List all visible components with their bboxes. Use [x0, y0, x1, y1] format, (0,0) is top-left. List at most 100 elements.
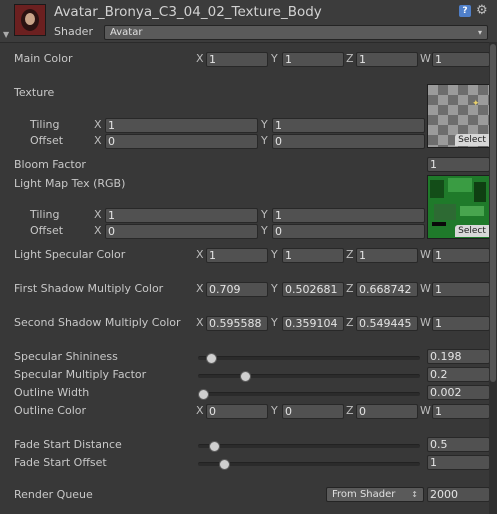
gear-icon[interactable]: ⚙	[476, 3, 488, 18]
light-map-texture-slot[interactable]: Select	[427, 175, 491, 239]
scrollbar-thumb[interactable]	[490, 44, 496, 382]
main-color-w-label: W	[420, 52, 431, 65]
main-color-w-field[interactable]: 1	[432, 52, 490, 67]
texture-tiling-x-label: X	[94, 118, 102, 131]
render-queue-mode-dropdown[interactable]: From Shader ↕	[326, 487, 424, 502]
texture-tiling-label: Tiling	[30, 118, 60, 131]
outline-color-y-label: Y	[271, 404, 278, 417]
main-color-z-field[interactable]: 1	[356, 52, 418, 67]
light-specular-color-label: Light Specular Color	[14, 248, 126, 261]
specular-shininess-slider-thumb[interactable]	[206, 353, 217, 364]
first-shadow-w-field[interactable]: 1	[432, 282, 490, 297]
render-queue-field[interactable]: 2000	[427, 487, 490, 502]
light-map-tiling-x-field[interactable]: 1	[105, 208, 258, 223]
fade-start-offset-field[interactable]: 1	[427, 455, 490, 470]
fade-start-offset-slider[interactable]	[198, 459, 420, 470]
first-shadow-y-field[interactable]: 0.502681	[282, 282, 344, 297]
first-shadow-z-field[interactable]: 0.668742	[356, 282, 418, 297]
specular-multiply-factor-field[interactable]: 0.2	[427, 367, 490, 382]
light-specular-x-label: X	[196, 248, 204, 261]
main-color-x-field[interactable]: 1	[206, 52, 268, 67]
light-map-tiling-label: Tiling	[30, 208, 60, 221]
specular-multiply-factor-slider-thumb[interactable]	[240, 371, 251, 382]
second-shadow-y-label: Y	[271, 316, 278, 329]
main-color-label: Main Color	[14, 52, 73, 65]
outline-color-w-label: W	[420, 404, 431, 417]
outline-color-label: Outline Color	[14, 404, 87, 417]
second-shadow-w-label: W	[420, 316, 431, 329]
first-shadow-x-field[interactable]: 0.709	[206, 282, 268, 297]
first-shadow-y-label: Y	[271, 282, 278, 295]
texture-offset-y-field[interactable]: 0	[272, 134, 425, 149]
fade-start-offset-slider-thumb[interactable]	[219, 459, 230, 470]
texture-label: Texture	[14, 86, 55, 99]
first-shadow-x-label: X	[196, 282, 204, 295]
second-shadow-x-field[interactable]: 0.595588	[206, 316, 268, 331]
light-specular-w-field[interactable]: 1	[432, 248, 490, 263]
outline-color-x-field[interactable]: 0	[206, 404, 268, 419]
specular-shininess-label: Specular Shininess	[14, 350, 118, 363]
second-shadow-color-label: Second Shadow Multiply Color	[14, 316, 181, 329]
vertical-scrollbar[interactable]	[489, 42, 497, 514]
fade-start-distance-field[interactable]: 0.5	[427, 437, 490, 452]
main-color-y-label: Y	[271, 52, 278, 65]
shader-dropdown[interactable]: Avatar ▾	[104, 25, 488, 40]
first-shadow-color-label: First Shadow Multiply Color	[14, 282, 164, 295]
fold-arrow-icon[interactable]: ▼	[3, 30, 9, 39]
main-color-y-field[interactable]: 1	[282, 52, 344, 67]
second-shadow-w-field[interactable]: 1	[432, 316, 490, 331]
render-queue-label: Render Queue	[14, 488, 93, 501]
light-map-offset-x-field[interactable]: 0	[105, 224, 258, 239]
outline-width-label: Outline Width	[14, 386, 90, 399]
light-specular-y-label: Y	[271, 248, 278, 261]
specular-shininess-slider[interactable]	[198, 353, 420, 364]
specular-multiply-factor-slider[interactable]	[198, 371, 420, 382]
fade-start-distance-slider-thumb[interactable]	[209, 441, 220, 452]
light-specular-y-field[interactable]: 1	[282, 248, 344, 263]
render-queue-mode-value: From Shader	[332, 489, 396, 500]
material-title: Avatar_Bronya_C3_04_02_Texture_Body	[54, 4, 322, 20]
bloom-factor-label: Bloom Factor	[14, 158, 86, 171]
texture-offset-y-label: Y	[261, 134, 268, 147]
outline-color-z-label: Z	[346, 404, 354, 417]
outline-color-x-label: X	[196, 404, 204, 417]
light-specular-z-field[interactable]: 1	[356, 248, 418, 263]
light-map-offset-y-field[interactable]: 0	[272, 224, 425, 239]
texture-select-button[interactable]: Select	[455, 134, 489, 146]
second-shadow-x-label: X	[196, 316, 204, 329]
help-icon[interactable]: ?	[459, 5, 471, 17]
chevron-down-icon: ▾	[477, 28, 482, 37]
texture-slot[interactable]: ✦ Select	[427, 84, 491, 148]
fade-start-offset-label: Fade Start Offset	[14, 456, 107, 469]
second-shadow-z-label: Z	[346, 316, 354, 329]
outline-width-slider-thumb[interactable]	[198, 389, 209, 400]
outline-color-w-field[interactable]: 1	[432, 404, 490, 419]
material-header: ▼ Avatar_Bronya_C3_04_02_Texture_Body ? …	[0, 0, 497, 43]
bloom-factor-field[interactable]: 1	[427, 157, 490, 172]
texture-marker-icon: ✦	[472, 99, 480, 109]
fade-start-distance-slider[interactable]	[198, 441, 420, 452]
light-specular-x-field[interactable]: 1	[206, 248, 268, 263]
light-map-tiling-y-field[interactable]: 1	[272, 208, 425, 223]
texture-offset-x-label: X	[94, 134, 102, 147]
light-map-select-button[interactable]: Select	[455, 225, 489, 237]
light-map-offset-label: Offset	[30, 224, 64, 237]
texture-offset-x-field[interactable]: 0	[105, 134, 258, 149]
light-map-tiling-y-label: Y	[261, 208, 268, 221]
specular-shininess-field[interactable]: 0.198	[427, 349, 490, 364]
outline-width-field[interactable]: 0.002	[427, 385, 490, 400]
texture-tiling-y-field[interactable]: 1	[272, 118, 425, 133]
outline-color-y-field[interactable]: 0	[282, 404, 344, 419]
second-shadow-y-field[interactable]: 0.359104	[282, 316, 344, 331]
texture-tiling-x-field[interactable]: 1	[105, 118, 258, 133]
shader-label: Shader	[54, 25, 93, 38]
light-map-offset-x-label: X	[94, 224, 102, 237]
main-color-z-label: Z	[346, 52, 354, 65]
texture-tiling-y-label: Y	[261, 118, 268, 131]
material-preview-thumbnail[interactable]	[14, 4, 46, 36]
outline-color-z-field[interactable]: 0	[356, 404, 418, 419]
light-map-tiling-x-label: X	[94, 208, 102, 221]
second-shadow-z-field[interactable]: 0.549445	[356, 316, 418, 331]
outline-width-slider[interactable]	[198, 389, 420, 400]
light-specular-w-label: W	[420, 248, 431, 261]
